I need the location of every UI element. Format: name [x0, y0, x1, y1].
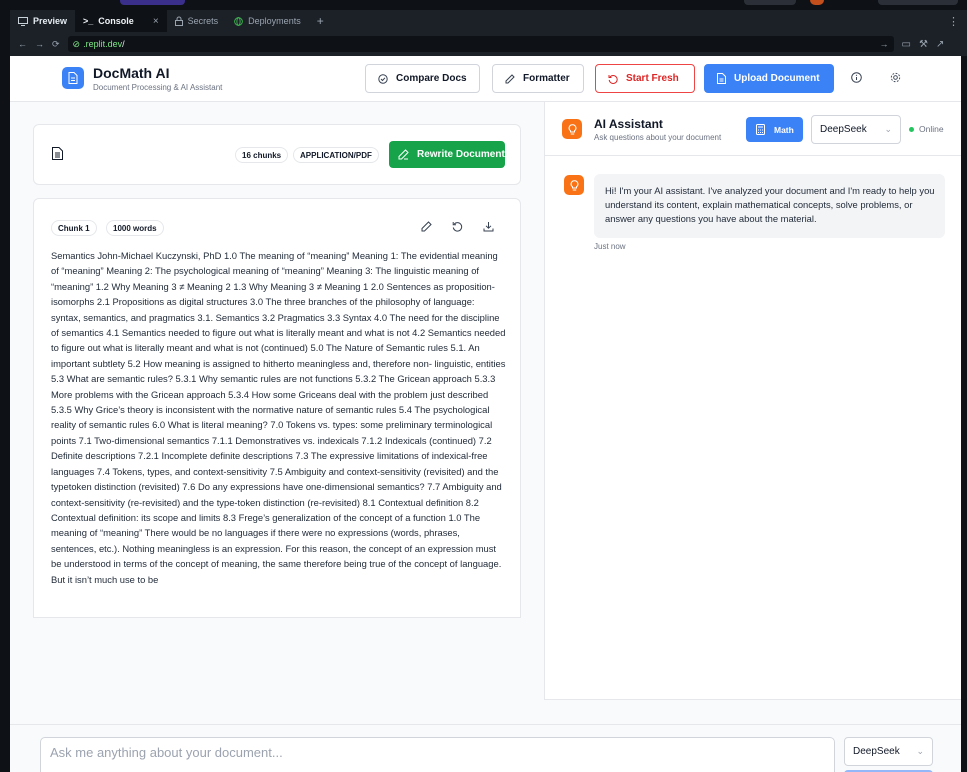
pencil-icon: [398, 149, 409, 160]
assistant-avatar-icon: [564, 175, 584, 195]
forward-arrow-icon[interactable]: →: [35, 39, 44, 49]
status-dot: [909, 126, 914, 132]
file-upload-icon: [717, 73, 726, 84]
refresh-icon: [608, 74, 618, 84]
file-type-badge: APPLICATION/PDF: [293, 147, 379, 163]
tab-label: Secrets: [187, 16, 219, 26]
composer-model-value: DeepSeek: [853, 746, 900, 757]
rewrite-document-label: Rewrite Document: [417, 149, 505, 160]
ai-assistant-panel: AI Assistant Ask questions about your do…: [544, 102, 961, 700]
more-options-icon[interactable]: ⋮: [948, 15, 959, 28]
tab-deployments[interactable]: Deployments: [226, 10, 309, 32]
ide-top-strip: [0, 0, 967, 10]
word-count-badge: 1000 words: [106, 220, 164, 236]
assistant-subtitle: Ask questions about your document: [594, 133, 722, 142]
url-input[interactable]: ⊘ .replit.dev/ →: [67, 36, 894, 52]
chevron-down-icon: ⌄: [916, 746, 924, 756]
assistant-message: Hi! I'm your AI assistant. I've analyzed…: [594, 174, 945, 238]
ide-top-control[interactable]: [744, 0, 796, 5]
wrench-icon[interactable]: ⚒: [919, 39, 928, 50]
app-root: DocMath AI Document Processing & AI Assi…: [10, 56, 961, 772]
go-arrow-icon[interactable]: →: [880, 39, 889, 49]
start-fresh-button[interactable]: Start Fresh: [595, 64, 695, 93]
url-text: .replit.dev/: [83, 39, 125, 49]
composer-model-select[interactable]: DeepSeek ⌄: [844, 737, 933, 766]
tab-console[interactable]: >_ Console ×: [75, 10, 167, 32]
tab-preview[interactable]: Preview: [10, 10, 75, 32]
link-icon: ⊘: [72, 38, 81, 49]
ide-top-control[interactable]: [878, 0, 958, 5]
formatter-label: Formatter: [523, 73, 570, 84]
new-tab-button[interactable]: +: [317, 14, 324, 28]
rewrite-document-button[interactable]: Rewrite Document: [389, 141, 505, 168]
ide-user-avatar[interactable]: [810, 0, 824, 5]
globe-icon: [234, 16, 243, 26]
message-timestamp: Just now: [594, 242, 626, 251]
browser-url-bar: ← → ⟳ ⊘ .replit.dev/ → ▭ ⚒ ↗: [10, 32, 967, 56]
lock-icon: [174, 16, 183, 26]
assistant-header: AI Assistant Ask questions about your do…: [545, 102, 961, 156]
chevron-down-icon: ⌄: [884, 124, 892, 134]
model-select-value: DeepSeek: [820, 124, 867, 135]
chunk-card: Chunk 1 1000 words Semantics John-Michae…: [33, 198, 521, 618]
lightbulb-icon: [562, 119, 582, 139]
app-header: DocMath AI Document Processing & AI Assi…: [10, 56, 961, 102]
info-icon[interactable]: [851, 72, 862, 86]
composer-bar: DeepSeek ⌄: [10, 724, 961, 772]
settings-gear-icon[interactable]: [890, 72, 901, 86]
url-tools: ▭ ⚒ ↗: [902, 39, 945, 50]
calculator-icon: [756, 124, 765, 135]
model-select[interactable]: DeepSeek ⌄: [811, 115, 901, 144]
document-logo-icon: [62, 67, 84, 89]
upload-document-label: Upload Document: [734, 73, 820, 84]
assistant-title: AI Assistant: [594, 117, 663, 131]
compare-docs-label: Compare Docs: [396, 73, 467, 84]
math-mode-label: Math: [774, 124, 794, 135]
ide-left-gutter: [0, 56, 10, 772]
compare-docs-button[interactable]: Compare Docs: [365, 64, 480, 93]
upload-document-button[interactable]: Upload Document: [704, 64, 834, 93]
back-arrow-icon[interactable]: ←: [18, 39, 27, 49]
close-icon[interactable]: ×: [153, 16, 159, 27]
status-label: Online: [919, 124, 944, 134]
ide-top-button[interactable]: [120, 0, 185, 5]
edit-chunk-icon[interactable]: [421, 221, 432, 235]
chunk-label-badge: Chunk 1: [51, 220, 97, 236]
ide-tab-bar: Preview >_ Console × Secrets Deployments…: [10, 10, 967, 32]
formatter-button[interactable]: Formatter: [492, 64, 584, 93]
ide-right-gutter: [961, 56, 967, 772]
chunk-content: Semantics John-Michael Kuczynski, PhD 1.…: [51, 250, 506, 585]
regenerate-chunk-icon[interactable]: [452, 221, 463, 235]
status-indicator: Online: [909, 124, 944, 134]
reload-icon[interactable]: ⟳: [52, 39, 60, 50]
monitor-icon: [18, 16, 28, 26]
devices-icon[interactable]: ▭: [902, 39, 911, 50]
document-panel: 16 chunks APPLICATION/PDF Rewrite Docume…: [10, 102, 544, 772]
tab-label: Preview: [33, 16, 68, 26]
math-mode-button[interactable]: Math: [746, 117, 803, 142]
brand: DocMath AI Document Processing & AI Assi…: [93, 65, 222, 92]
tab-secrets[interactable]: Secrets: [167, 10, 227, 32]
start-fresh-label: Start Fresh: [626, 73, 679, 84]
chunks-count-badge: 16 chunks: [235, 147, 289, 163]
compare-icon: [378, 73, 388, 84]
edit-icon: [505, 73, 515, 83]
app-subtitle: Document Processing & AI Assistant: [93, 83, 223, 92]
tab-label: Console: [98, 16, 134, 26]
chat-input[interactable]: [40, 737, 835, 772]
download-chunk-icon[interactable]: [483, 221, 494, 235]
app-title: DocMath AI: [93, 65, 170, 81]
terminal-icon: >_: [83, 16, 94, 26]
tab-label: Deployments: [248, 16, 301, 26]
document-info-card: 16 chunks APPLICATION/PDF Rewrite Docume…: [33, 124, 521, 185]
external-link-icon[interactable]: ↗: [936, 39, 944, 50]
document-icon: [52, 147, 63, 160]
